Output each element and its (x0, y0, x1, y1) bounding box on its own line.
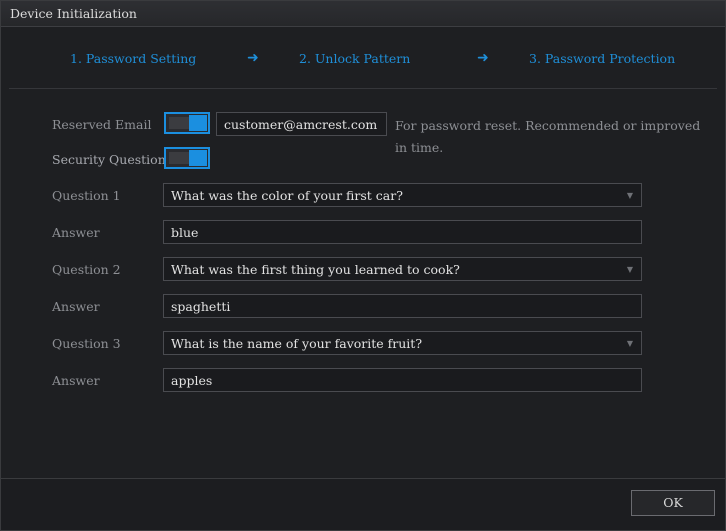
answer-1-input[interactable]: blue (163, 220, 642, 244)
ok-button[interactable]: OK (631, 490, 715, 516)
question-3-select[interactable]: What is the name of your favorite fruit?… (163, 331, 642, 355)
footer-bar: OK (1, 478, 725, 530)
question-1-label: Question 1 (52, 188, 121, 203)
answer-3-input[interactable]: apples (163, 368, 642, 392)
window-title: Device Initialization (10, 6, 137, 21)
answer-1-label: Answer (52, 225, 100, 240)
question-2-select[interactable]: What was the first thing you learned to … (163, 257, 642, 281)
answer-3-label: Answer (52, 373, 100, 388)
toggle-track (169, 117, 189, 129)
answer-2-label: Answer (52, 299, 100, 314)
chevron-down-icon: ▼ (626, 265, 633, 274)
question-3-label: Question 3 (52, 336, 121, 351)
security-question-toggle[interactable] (164, 147, 210, 169)
toggle-knob (189, 115, 207, 131)
reserved-email-toggle[interactable] (164, 112, 210, 134)
title-bar: Device Initialization (1, 1, 725, 27)
step-arrow-icon: ➜ (247, 50, 259, 66)
question-3-value: What is the name of your favorite fruit? (171, 336, 423, 351)
device-init-window: Device Initialization 1. Password Settin… (0, 0, 726, 531)
step-password-setting: 1. Password Setting (70, 51, 197, 66)
step-arrow-icon: ➜ (477, 50, 489, 66)
answer-2-input[interactable]: spaghetti (163, 294, 642, 318)
toggle-track (169, 152, 189, 164)
question-2-label: Question 2 (52, 262, 121, 277)
reserved-email-label: Reserved Email (52, 117, 152, 132)
chevron-down-icon: ▼ (626, 339, 633, 348)
toggle-knob (189, 150, 207, 166)
reserved-email-input[interactable]: customer@amcrest.com (216, 112, 387, 136)
question-1-select[interactable]: What was the color of your first car? ▼ (163, 183, 642, 207)
question-1-value: What was the color of your first car? (171, 188, 403, 203)
reserved-email-hint: For password reset. Recommended or impro… (395, 118, 701, 155)
step-unlock-pattern: 2. Unlock Pattern (299, 51, 411, 66)
step-password-protection: 3. Password Protection (529, 51, 676, 66)
chevron-down-icon: ▼ (626, 191, 633, 200)
question-2-value: What was the first thing you learned to … (171, 262, 460, 277)
wizard-steps: 1. Password Setting ➜ 2. Unlock Pattern … (1, 50, 725, 71)
divider (9, 88, 717, 89)
security-question-label: Security Question (52, 152, 166, 167)
